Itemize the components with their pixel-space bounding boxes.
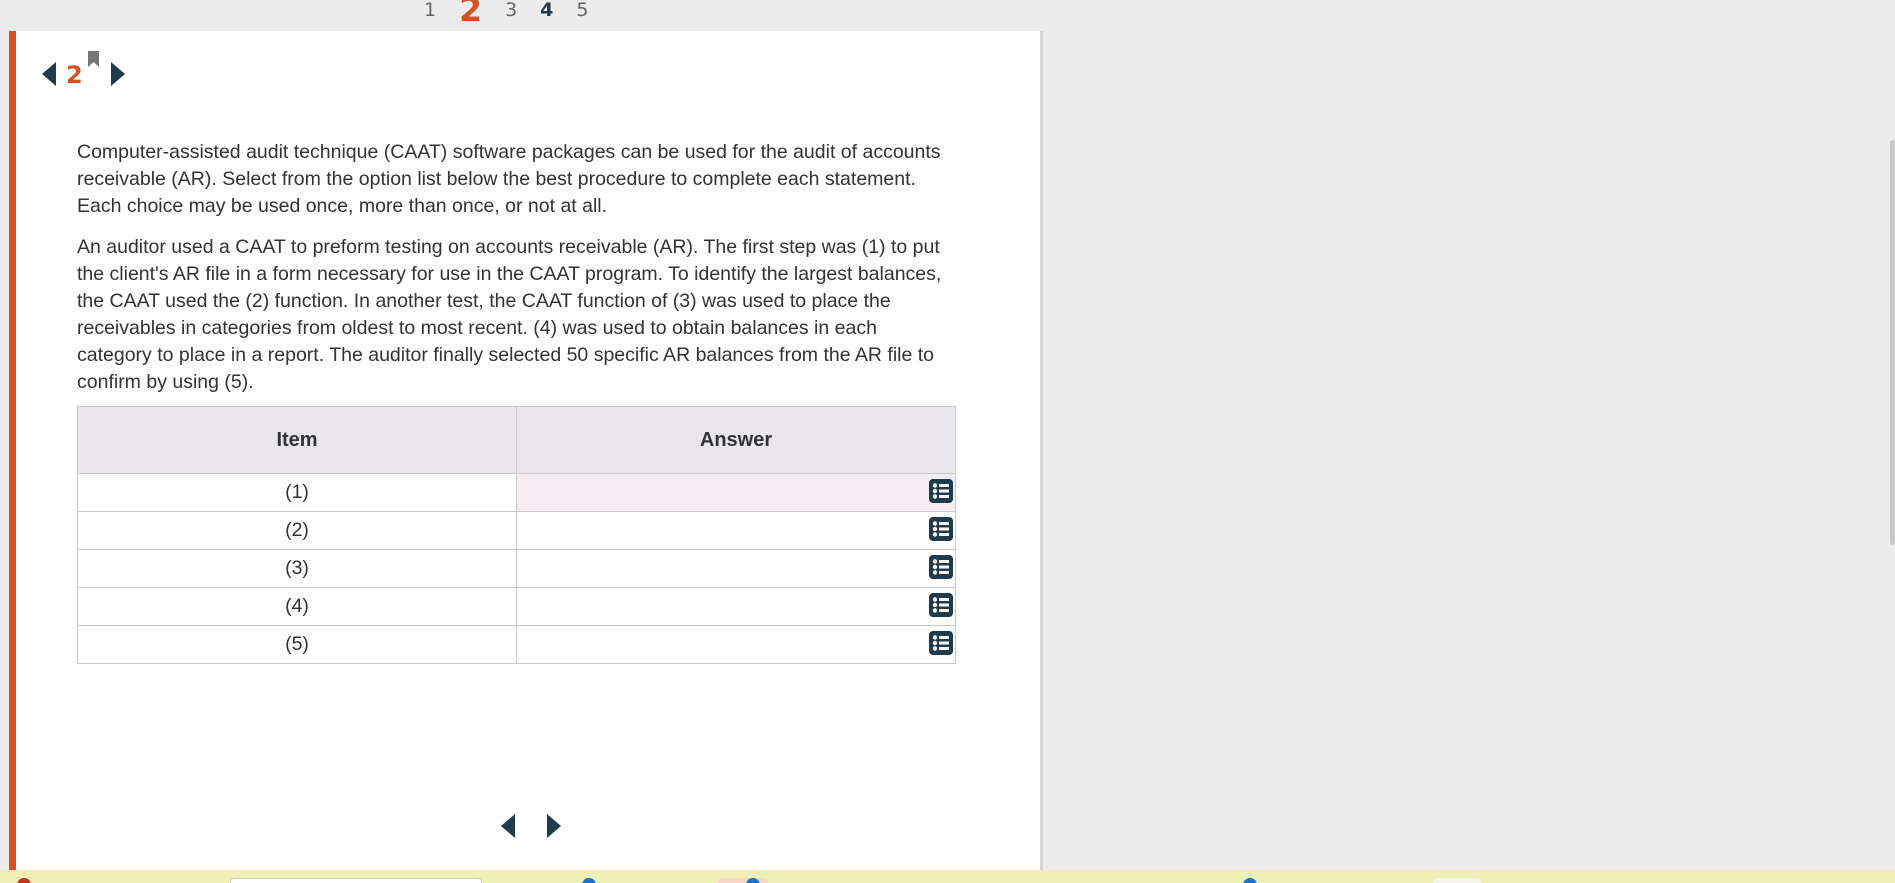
option-list-icon[interactable] — [929, 479, 953, 503]
taskbar-app-icon[interactable] — [582, 878, 596, 883]
previous-question-arrow-icon[interactable] — [42, 62, 56, 86]
column-header-item: Item — [77, 406, 517, 474]
page-link-4[interactable]: 4 — [540, 0, 553, 20]
answer-cell-3[interactable] — [516, 549, 956, 588]
item-cell: (3) — [77, 549, 517, 588]
answer-cell-1[interactable] — [516, 473, 956, 512]
question-panel: 2 Computer-assisted audit technique (CAA… — [9, 31, 1043, 870]
exam-screen: 1 2 3 4 5 2 Computer-assisted audit tech… — [0, 0, 1895, 883]
item-cell: (4) — [77, 587, 517, 626]
question-paragraph-scenario: An auditor used a CAAT to preform testin… — [77, 236, 942, 393]
table-row: (4) — [77, 587, 956, 626]
page-scrollbar[interactable] — [1890, 140, 1895, 545]
taskbar-strip — [0, 870, 1895, 883]
option-list-icon[interactable] — [929, 555, 953, 579]
column-header-answer: Answer — [516, 406, 956, 474]
page-link-1[interactable]: 1 — [424, 0, 436, 20]
taskbar-app-icon[interactable] — [17, 878, 31, 883]
page-link-3[interactable]: 3 — [505, 0, 517, 20]
answer-cell-4[interactable] — [516, 587, 956, 626]
question-text: Computer-assisted audit technique (CAAT)… — [77, 139, 957, 410]
option-list-icon[interactable] — [929, 517, 953, 541]
item-cell: (2) — [77, 511, 517, 550]
question-nav-bottom — [501, 811, 561, 841]
table-row: (3) — [77, 549, 956, 588]
question-pagination-bar: 1 2 3 4 5 — [0, 0, 1043, 31]
taskbar-app-icon[interactable] — [718, 878, 768, 883]
item-cell: (5) — [77, 625, 517, 664]
next-question-arrow-icon[interactable] — [547, 814, 561, 838]
answer-table: Item Answer (1) (2) (3) (4) (5) — [77, 406, 956, 664]
bookmark-icon[interactable] — [88, 51, 99, 67]
table-header-row: Item Answer — [77, 406, 956, 474]
table-row: (2) — [77, 511, 956, 550]
table-row: (1) — [77, 473, 956, 512]
question-paragraph-instructions: Computer-assisted audit technique (CAAT)… — [77, 141, 941, 217]
taskbar-app-icon[interactable] — [1433, 878, 1481, 883]
option-list-icon[interactable] — [929, 593, 953, 617]
page-list: 1 2 3 4 5 — [424, 0, 611, 26]
option-list-icon[interactable] — [929, 631, 953, 655]
page-link-5[interactable]: 5 — [576, 0, 588, 20]
question-nav-top: 2 — [32, 47, 142, 89]
next-question-arrow-icon[interactable] — [111, 62, 125, 86]
page-link-2-current[interactable]: 2 — [459, 0, 482, 26]
table-row: (5) — [77, 625, 956, 664]
question-number: 2 — [66, 61, 83, 89]
previous-question-arrow-icon[interactable] — [501, 814, 515, 838]
item-cell: (1) — [77, 473, 517, 512]
taskbar-search-box[interactable] — [230, 878, 482, 883]
answer-cell-2[interactable] — [516, 511, 956, 550]
answer-cell-5[interactable] — [516, 625, 956, 664]
taskbar-app-icon[interactable] — [1243, 878, 1257, 883]
